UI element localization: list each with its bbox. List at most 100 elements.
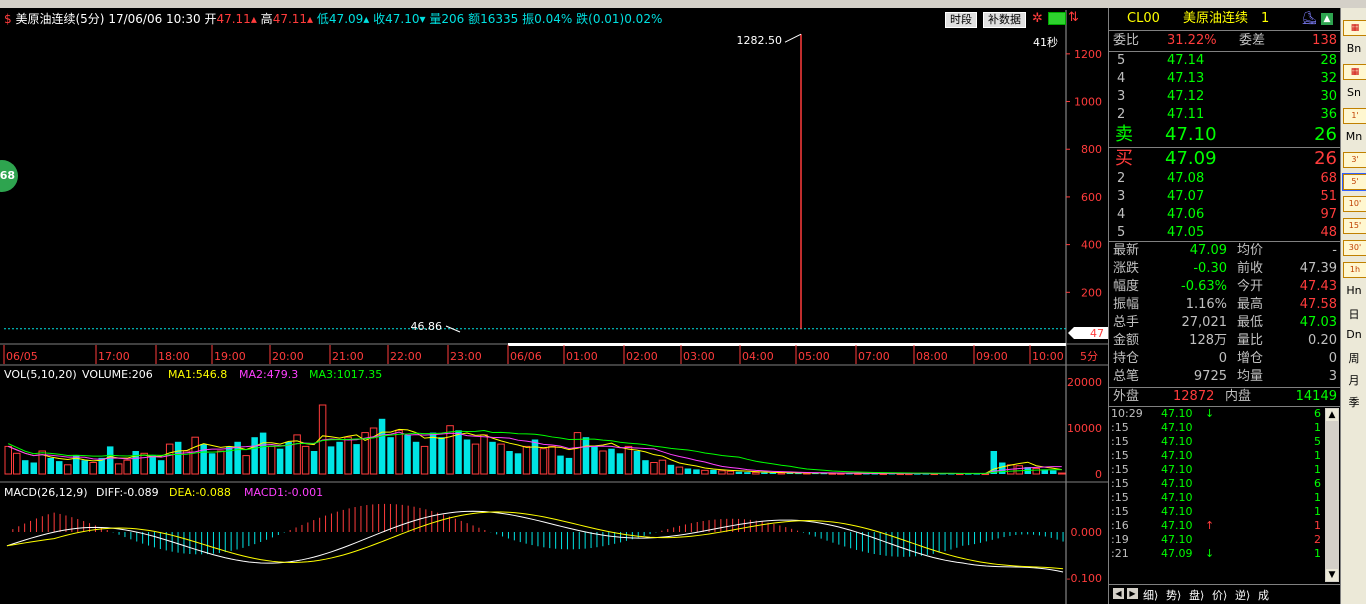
bid-level-row: 3 47.07 51 xyxy=(1109,188,1341,206)
stat-label: 涨跌 xyxy=(1113,261,1140,276)
time-label: 01:00 xyxy=(566,350,598,363)
tab-0[interactable]: 细⟩ xyxy=(1143,587,1158,603)
vol-bar xyxy=(1058,472,1066,475)
volume-value: 206 xyxy=(441,12,465,26)
amount-label: 额 xyxy=(468,12,481,26)
tick-volume: 1 xyxy=(1314,421,1321,434)
stat-value: 1.16% xyxy=(1185,297,1227,312)
stat-row: 总手 27,021 最低 47.03 xyxy=(1109,314,1341,332)
chart-area[interactable]: 1200 1000 800 600 400 200 1282.50 46.86 41秒 47 5分 0… xyxy=(0,8,1108,604)
period-Bn[interactable]: Bn xyxy=(1343,42,1365,55)
scroll-up-icon[interactable]: ▲ xyxy=(1321,13,1333,25)
vol-bar xyxy=(701,469,709,475)
scroll-strip xyxy=(508,343,1066,346)
period-日[interactable]: 日 xyxy=(1343,306,1365,322)
period-Mn[interactable]: Mn xyxy=(1343,130,1365,143)
time-label: 07:00 xyxy=(858,350,890,363)
ask-price: 47.13 xyxy=(1167,71,1205,86)
vol-bar xyxy=(387,437,394,474)
vol-bar xyxy=(667,464,675,474)
tick-time: :15 xyxy=(1111,491,1129,504)
period-1h[interactable]: 1h xyxy=(1343,262,1366,278)
line-chart-icon[interactable]: ▦ xyxy=(1343,64,1366,80)
tick-row: 10:29 47.10 ↓ 6 xyxy=(1109,407,1323,421)
top-toolbar-strip xyxy=(0,0,1366,8)
tick-scrollbar[interactable]: ▲ ▼ xyxy=(1325,408,1339,582)
period-月[interactable]: 月 xyxy=(1343,372,1365,388)
period-Dn[interactable]: Dn xyxy=(1343,328,1365,341)
fill-data-button[interactable]: 补数据 xyxy=(983,12,1026,28)
level-num: 4 xyxy=(1117,207,1126,222)
vol-bar xyxy=(455,430,462,474)
period-label: (5分) xyxy=(75,12,105,26)
gear-icon[interactable]: ✲ xyxy=(1032,11,1043,26)
period-Sn[interactable]: Sn xyxy=(1343,86,1365,99)
outer-inner-row: 外盘 12872 内盘 14149 xyxy=(1109,388,1341,406)
stat-value: 27,021 xyxy=(1181,315,1228,330)
period-周[interactable]: 周 xyxy=(1343,350,1365,366)
sort-arrows-icon[interactable]: ⇅ xyxy=(1068,10,1079,25)
period-10m[interactable]: 10' xyxy=(1343,196,1366,212)
weicha-label: 委差 xyxy=(1239,33,1266,48)
period-1m[interactable]: 1' xyxy=(1343,108,1366,124)
amplitude-value: 0.04% xyxy=(534,12,573,26)
shoe-icon[interactable]: ⛸ xyxy=(1301,10,1318,28)
ask-level-row: 3 47.12 30 xyxy=(1109,88,1341,106)
ask-price: 47.11 xyxy=(1167,107,1205,122)
stat-value: 3 xyxy=(1328,369,1337,384)
period-5m[interactable]: 5' xyxy=(1342,173,1366,191)
money-icon[interactable] xyxy=(1048,12,1066,25)
macd-y-tick: 0.000 xyxy=(1071,526,1103,539)
period-30m[interactable]: 30' xyxy=(1343,240,1366,256)
vol-bar xyxy=(149,455,156,474)
instrument-name: 美原油连续 xyxy=(1183,11,1249,26)
y-tick-label: 200 xyxy=(1081,286,1102,299)
macd-diff: DIFF:-0.089 xyxy=(96,486,159,499)
stat-label: 最高 xyxy=(1237,297,1264,312)
tab-1[interactable]: 势⟩ xyxy=(1166,587,1181,603)
period-季[interactable]: 季 xyxy=(1343,394,1365,410)
tab-prev-icon[interactable]: ◀ xyxy=(1113,588,1124,599)
panel-tabs: ◀ ▶ 细⟩ 势⟩ 盘⟩ 价⟩ 逆⟩ 成 xyxy=(1109,584,1341,603)
chart-icon[interactable]: ▦ xyxy=(1343,20,1366,36)
tab-4[interactable]: 逆⟩ xyxy=(1235,587,1250,603)
scroll-down-icon[interactable]: ▼ xyxy=(1326,569,1338,581)
time-label: 06/06 xyxy=(510,350,542,363)
tick-time: :15 xyxy=(1111,449,1129,462)
bid-volume: 51 xyxy=(1320,189,1337,204)
ask-volume: 36 xyxy=(1320,107,1337,122)
y-tick-label: 600 xyxy=(1081,191,1102,204)
stat-label: 最新 xyxy=(1113,243,1140,258)
chart-title-bar: $ 美原油连续(5分) 17/06/06 10:30 开47.11▴ 高47.1… xyxy=(4,10,662,28)
sell-label: 卖 xyxy=(1115,124,1133,145)
vol-bar xyxy=(353,444,360,474)
vol-bar xyxy=(522,445,531,475)
vol-bar xyxy=(395,429,403,475)
tab-3[interactable]: 价⟩ xyxy=(1212,587,1227,603)
vol-bar xyxy=(616,453,624,474)
arrow-down-icon: ↓ xyxy=(1205,407,1215,420)
y-tick-label: 800 xyxy=(1081,143,1102,156)
tab-2[interactable]: 盘⟩ xyxy=(1189,587,1204,603)
time-label: 20:00 xyxy=(272,350,304,363)
period-seg-button[interactable]: 时段 xyxy=(945,12,977,28)
time-label: 23:00 xyxy=(450,350,482,363)
period-Hn[interactable]: Hn xyxy=(1343,284,1365,297)
open-value: 47.11 xyxy=(216,12,251,26)
period-3m[interactable]: 3' xyxy=(1343,152,1366,168)
ask-volume: 30 xyxy=(1320,89,1337,104)
tab-next-icon[interactable]: ▶ xyxy=(1127,588,1138,599)
scroll-up-icon[interactable]: ▲ xyxy=(1326,409,1338,421)
vol-bar xyxy=(106,446,114,474)
vol-bar xyxy=(710,469,717,474)
bid-level-row: 4 47.06 97 xyxy=(1109,206,1341,224)
chart-svg: 1200 1000 800 600 400 200 1282.50 46.86 41秒 47 5分 0… xyxy=(0,10,1108,604)
tick-row: :15 47.10 6 xyxy=(1109,477,1323,491)
vol-bar xyxy=(650,462,658,475)
period-15m[interactable]: 15' xyxy=(1343,218,1366,234)
level-num: 3 xyxy=(1117,189,1126,204)
vol-bar xyxy=(123,459,131,475)
tab-5[interactable]: 成 xyxy=(1258,587,1269,603)
change-pct: 0.02% xyxy=(624,12,663,26)
y-tick-label: 1000 xyxy=(1074,96,1102,109)
